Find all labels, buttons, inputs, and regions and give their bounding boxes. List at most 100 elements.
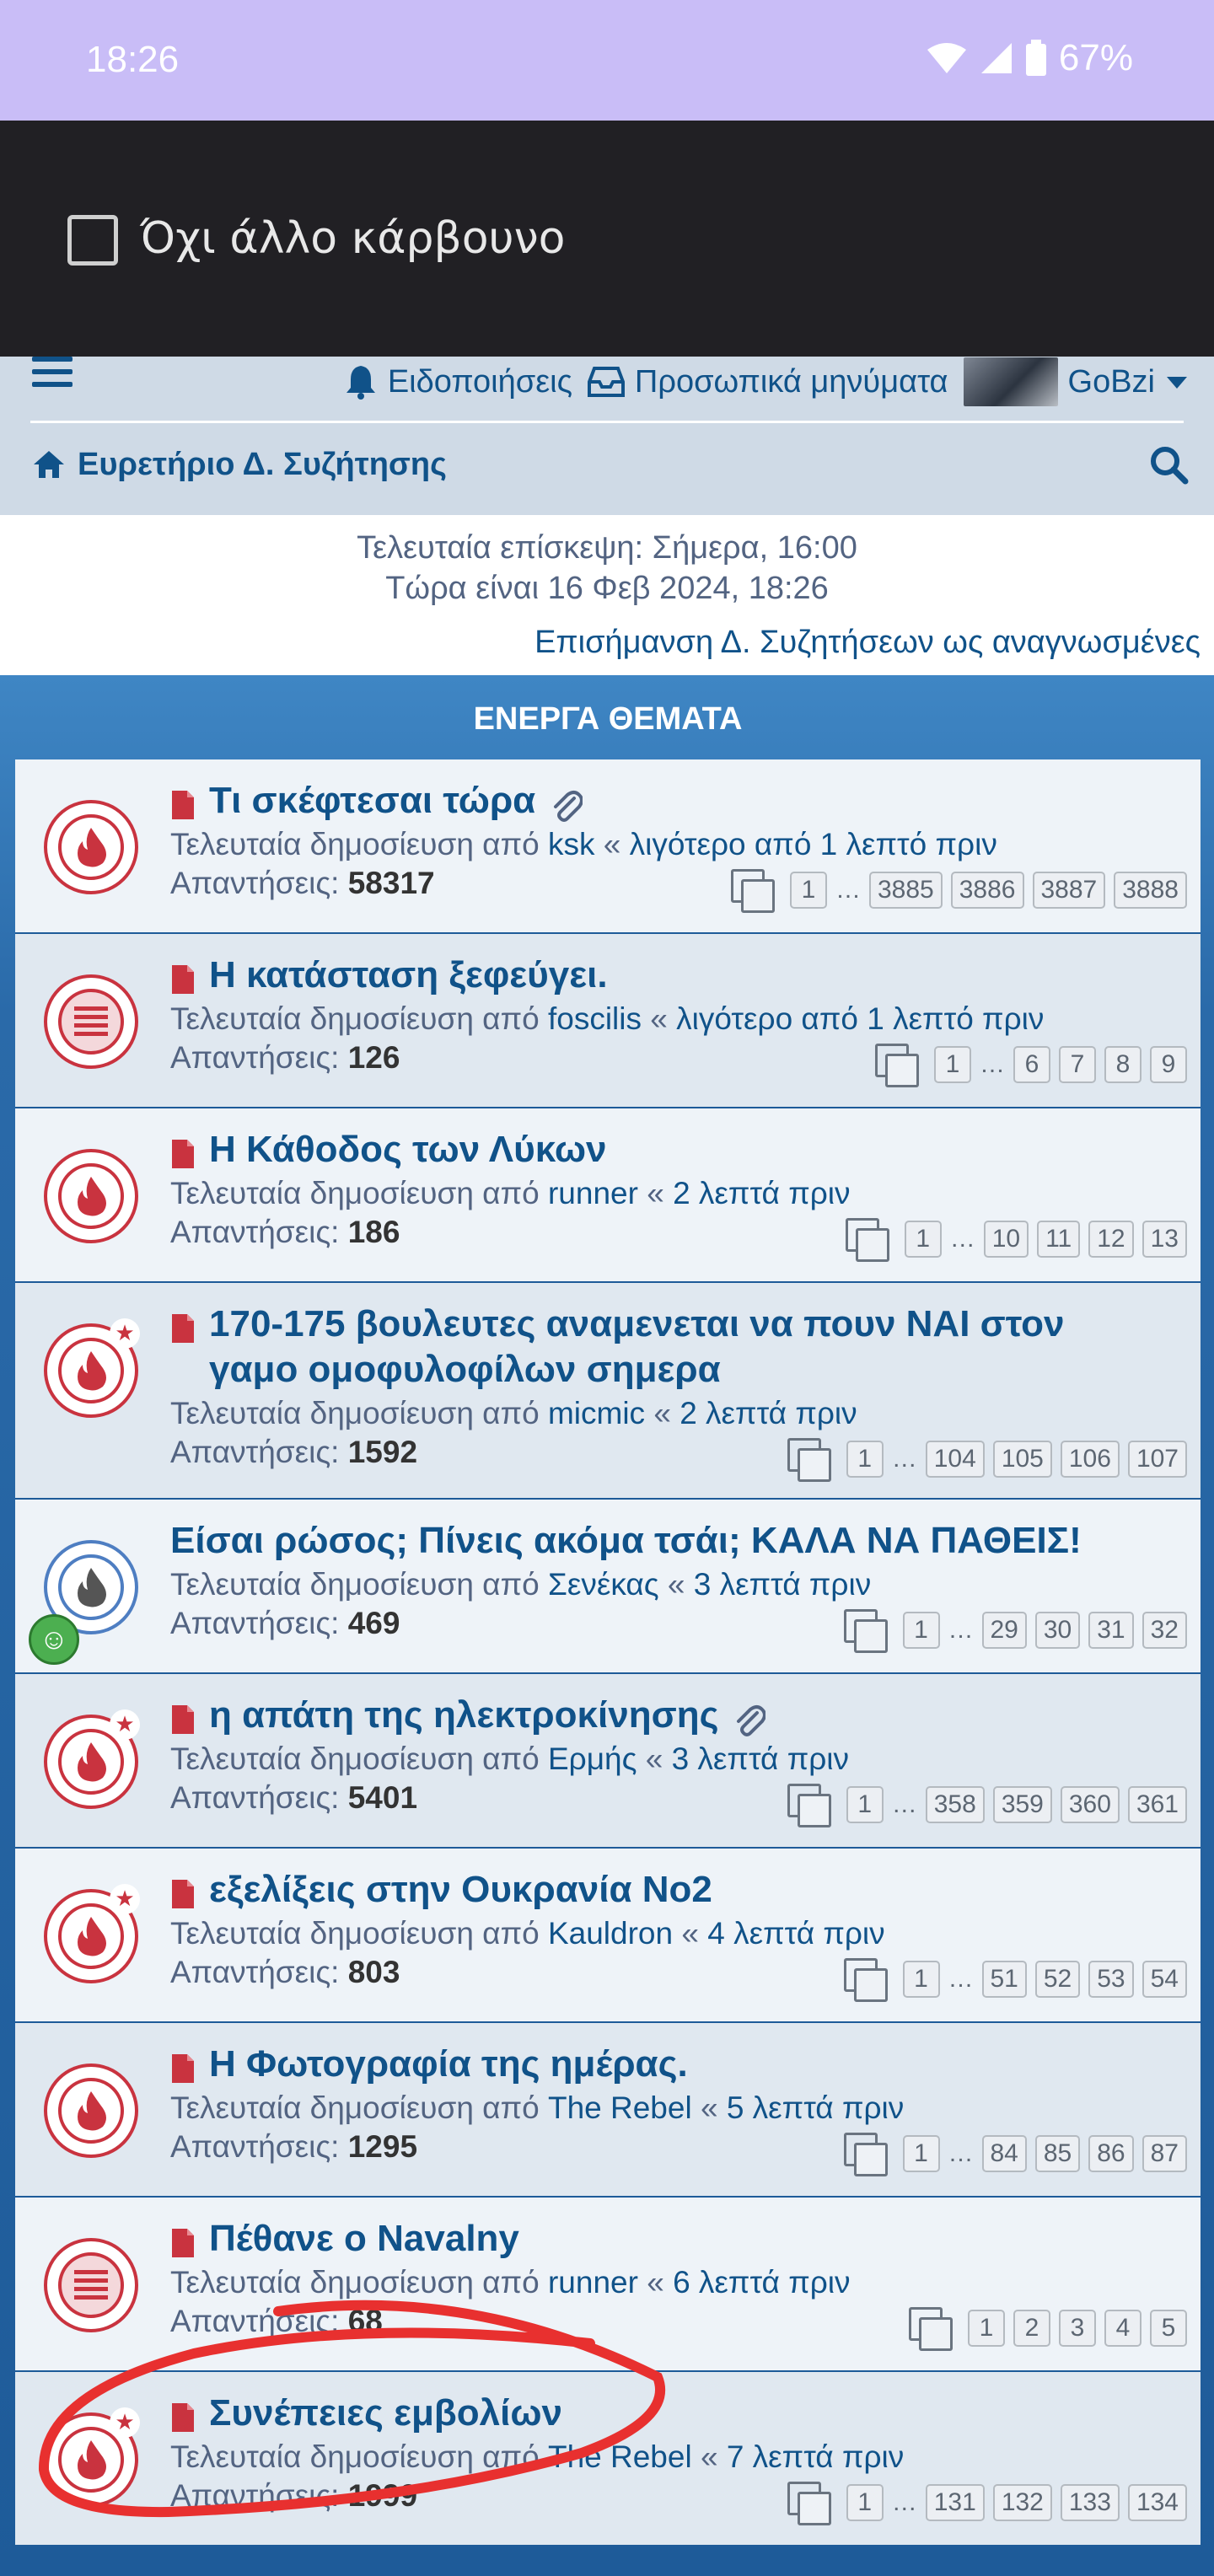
page-link[interactable]: 51 (981, 1961, 1027, 1998)
page-link[interactable]: 5 (1150, 2310, 1187, 2347)
topic-row[interactable]: Η κατάσταση ξεφεύγει. Τελευταία δημοσίευσ… (15, 934, 1201, 1108)
topic-row[interactable]: ☺ Είσαι ρώσος; Πίνεις ακόμα τσάι; ΚΑΛΑ ΝΑ… (15, 1500, 1201, 1674)
page-link[interactable]: 361 (1127, 1786, 1187, 1823)
page-link[interactable]: 30 (1034, 1612, 1081, 1649)
page-link[interactable]: 53 (1088, 1961, 1134, 1998)
last-post-time[interactable]: 2 λεπτά πριν (680, 1396, 857, 1430)
topic-title-link[interactable]: 170-175 βουλευτες αναμενεται να πουν ΝΑΙ… (209, 1301, 1116, 1393)
page-link[interactable]: 7 (1059, 1046, 1096, 1083)
topic-row[interactable]: ★ εξελίξεις στην Ουκρανία Νο2 Τελευταία δη… (15, 1849, 1201, 2023)
last-post-author[interactable]: Ερμής (548, 1741, 637, 1776)
page-link[interactable]: 29 (981, 1612, 1027, 1649)
page-link[interactable]: 1 (902, 1961, 940, 1998)
last-post-time[interactable]: 4 λεπτά πριν (707, 1916, 884, 1951)
last-post-author[interactable]: micmic (548, 1396, 645, 1430)
page-link[interactable]: 32 (1141, 1612, 1187, 1649)
last-post-author[interactable]: ksk (548, 827, 595, 861)
page-link[interactable]: 358 (925, 1786, 985, 1823)
topic-title-link[interactable]: Η Φωτογραφία της ημέρας. (209, 2042, 688, 2087)
page-link[interactable]: 13 (1141, 1221, 1187, 1258)
banner-checkbox-label[interactable]: Όχι άλλο κάρβουνο (140, 213, 565, 264)
topic-title-link[interactable]: Συνέπειες εμβολίων (209, 2391, 562, 2436)
page-link[interactable]: 1 (902, 2135, 940, 2172)
topic-row[interactable]: Η Φωτογραφία της ημέρας. Τελευταία δημοσί… (15, 2023, 1201, 2198)
menu-icon[interactable] (32, 357, 73, 390)
topic-title-link[interactable]: η απάτη της ηλεκτροκίνησης (209, 1693, 718, 1738)
topic-title-link[interactable]: Η Κάθοδος των Λύκων (209, 1127, 606, 1173)
page-link[interactable]: 87 (1141, 2135, 1187, 2172)
topic-title-link[interactable]: εξελίξεις στην Ουκρανία Νο2 (209, 1867, 712, 1913)
last-post-time[interactable]: 5 λεπτά πριν (727, 2090, 904, 2125)
last-post-time[interactable]: 3 λεπτά πριν (694, 1567, 871, 1602)
last-post-author[interactable]: The Rebel (548, 2090, 692, 2125)
page-link[interactable]: 3887 (1032, 872, 1106, 909)
topic-row[interactable]: Πέθανε ο Navalny Τελευταία δημοσίευση από… (15, 2198, 1201, 2372)
mark-read-link[interactable]: Επισήμανση Δ. Συζητήσεων ως αναγνωσμένες (534, 625, 1201, 661)
page-link[interactable]: 54 (1141, 1961, 1187, 1998)
page-link[interactable]: 10 (983, 1221, 1029, 1258)
topic-row[interactable]: Η Κάθοδος των Λύκων Τελευταία δημοσίευση … (15, 1108, 1201, 1283)
page-link[interactable]: 1 (846, 2484, 884, 2521)
page-link[interactable]: 52 (1034, 1961, 1081, 1998)
page-link[interactable]: 9 (1150, 1046, 1187, 1083)
page-link[interactable]: 132 (992, 2484, 1052, 2521)
last-post-author[interactable]: Kauldron (548, 1916, 673, 1951)
page-link[interactable]: 86 (1088, 2135, 1134, 2172)
last-post-author[interactable]: runner (548, 1176, 638, 1210)
page-link[interactable]: 1 (934, 1046, 971, 1083)
last-post-time[interactable]: 3 λεπτά πριν (672, 1741, 849, 1776)
last-post-time[interactable]: 7 λεπτά πριν (727, 2439, 904, 2474)
page-link[interactable]: 1 (846, 1441, 884, 1478)
breadcrumb[interactable]: Ευρετήριο Δ. Συζήτησης (32, 447, 447, 483)
topic-row[interactable]: ★ η απάτη της ηλεκτροκίνησης Τελευταία δημ… (15, 1674, 1201, 1849)
last-post-author[interactable]: Σενέκας (548, 1567, 659, 1602)
page-link[interactable]: 359 (992, 1786, 1052, 1823)
page-link[interactable]: 1 (968, 2310, 1005, 2347)
page-link[interactable]: 1 (904, 1221, 942, 1258)
topic-row[interactable]: Τι σκέφτεσαι τώρα Τελευταία δημοσίευση απ… (15, 759, 1201, 934)
page-link[interactable]: 1 (846, 1786, 884, 1823)
page-link[interactable]: 1 (790, 872, 827, 909)
page-link[interactable]: 107 (1127, 1441, 1187, 1478)
page-link[interactable]: 3888 (1114, 872, 1187, 909)
banner-checkbox[interactable] (67, 215, 118, 266)
page-link[interactable]: 134 (1127, 2484, 1187, 2521)
topic-title-link[interactable]: Η κατάσταση ξεφεύγει. (209, 953, 608, 998)
page-link[interactable]: 6 (1013, 1046, 1050, 1083)
page-link[interactable]: 85 (1034, 2135, 1081, 2172)
page-link[interactable]: 2 (1013, 2310, 1050, 2347)
user-menu[interactable]: GoBzi (963, 357, 1189, 406)
page-link[interactable]: 133 (1060, 2484, 1120, 2521)
page-link[interactable]: 11 (1037, 1221, 1081, 1258)
topic-row[interactable]: ★ 170-175 βουλευτες αναμενεται να πουν ΝΑ… (15, 1283, 1201, 1500)
page-link[interactable]: 31 (1088, 1612, 1134, 1649)
last-post-time[interactable]: λιγότερο από 1 λεπτό πριν (676, 1001, 1044, 1036)
topic-title-link[interactable]: Τι σκέφτεσαι τώρα (209, 778, 535, 824)
topic-title-link[interactable]: Είσαι ρώσος; Πίνεις ακόμα τσάι; ΚΑΛΑ ΝΑ … (170, 1518, 1082, 1564)
search-icon[interactable] (1148, 444, 1189, 485)
last-post-author[interactable]: runner (548, 2265, 638, 2300)
pages-icon (787, 2482, 831, 2525)
page-link[interactable]: 8 (1104, 1046, 1141, 1083)
last-post-author[interactable]: The Rebel (548, 2439, 692, 2474)
page-link[interactable]: 1 (902, 1612, 940, 1649)
topic-row[interactable]: ★ Συνέπειες εμβολίων Τελευταία δημοσίευση … (15, 2372, 1201, 2546)
last-post-time[interactable]: 6 λεπτά πριν (673, 2265, 850, 2300)
page-link[interactable]: 84 (981, 2135, 1027, 2172)
messages-link[interactable]: Προσωπικά μηνύματα (587, 364, 948, 400)
page-link[interactable]: 360 (1060, 1786, 1120, 1823)
page-link[interactable]: 131 (925, 2484, 985, 2521)
page-link[interactable]: 104 (925, 1441, 985, 1478)
page-link[interactable]: 106 (1060, 1441, 1120, 1478)
last-post-author[interactable]: foscilis (548, 1001, 642, 1036)
page-link[interactable]: 3885 (869, 872, 943, 909)
topic-title-link[interactable]: Πέθανε ο Navalny (209, 2216, 519, 2262)
page-link[interactable]: 3 (1059, 2310, 1096, 2347)
page-link[interactable]: 105 (992, 1441, 1052, 1478)
last-post-time[interactable]: λιγότερο από 1 λεπτό πριν (630, 827, 997, 861)
last-post-time[interactable]: 2 λεπτά πριν (673, 1176, 850, 1210)
page-link[interactable]: 4 (1104, 2310, 1141, 2347)
page-link[interactable]: 3886 (950, 872, 1024, 909)
notifications-link[interactable]: Ειδοποιήσεις (344, 364, 572, 400)
page-link[interactable]: 12 (1088, 1221, 1134, 1258)
